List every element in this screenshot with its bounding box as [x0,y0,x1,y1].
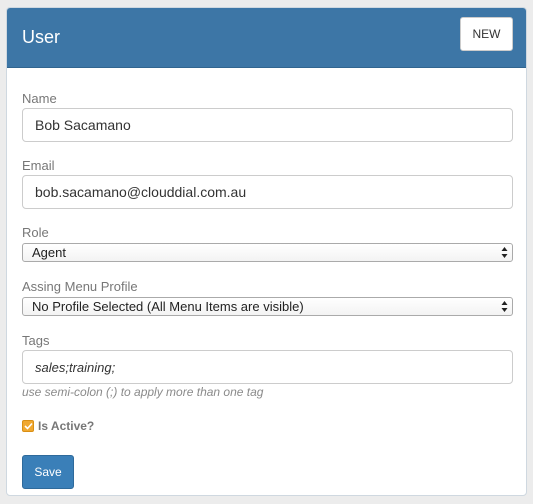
role-select[interactable]: Agent [22,243,513,262]
email-label: Email [22,158,55,173]
role-label: Role [22,225,49,240]
menu-profile-label: Assing Menu Profile [22,279,138,294]
select-arrows-icon [501,301,508,312]
menu-profile-select-value: No Profile Selected (All Menu Items are … [32,299,304,314]
role-select-value: Agent [32,245,66,260]
panel-header: User NEW [7,8,526,68]
tags-label: Tags [22,333,50,348]
name-input[interactable]: Bob Sacamano [22,108,513,142]
is-active-checkbox[interactable] [22,420,34,432]
is-active-label: Is Active? [38,419,95,433]
email-input[interactable]: bob.sacamano@clouddial.com.au [22,175,513,209]
email-input-value: bob.sacamano@clouddial.com.au [35,184,247,200]
tags-input-value: sales;training; [35,359,116,375]
tags-input[interactable]: sales;training; [22,350,513,384]
checkmark-icon [23,422,33,430]
tags-help-text: use semi-colon (;) to apply more than on… [22,385,264,399]
name-label: Name [22,91,57,106]
save-button[interactable]: Save [22,455,74,489]
is-active-row[interactable]: Is Active? [22,419,94,433]
name-input-value: Bob Sacamano [35,117,131,133]
user-panel: User NEW Name Bob Sacamano Email bob.sac… [6,7,527,496]
new-button[interactable]: NEW [460,17,513,51]
panel-title: User [22,27,61,47]
menu-profile-select[interactable]: No Profile Selected (All Menu Items are … [22,297,513,316]
select-arrows-icon [501,247,508,258]
